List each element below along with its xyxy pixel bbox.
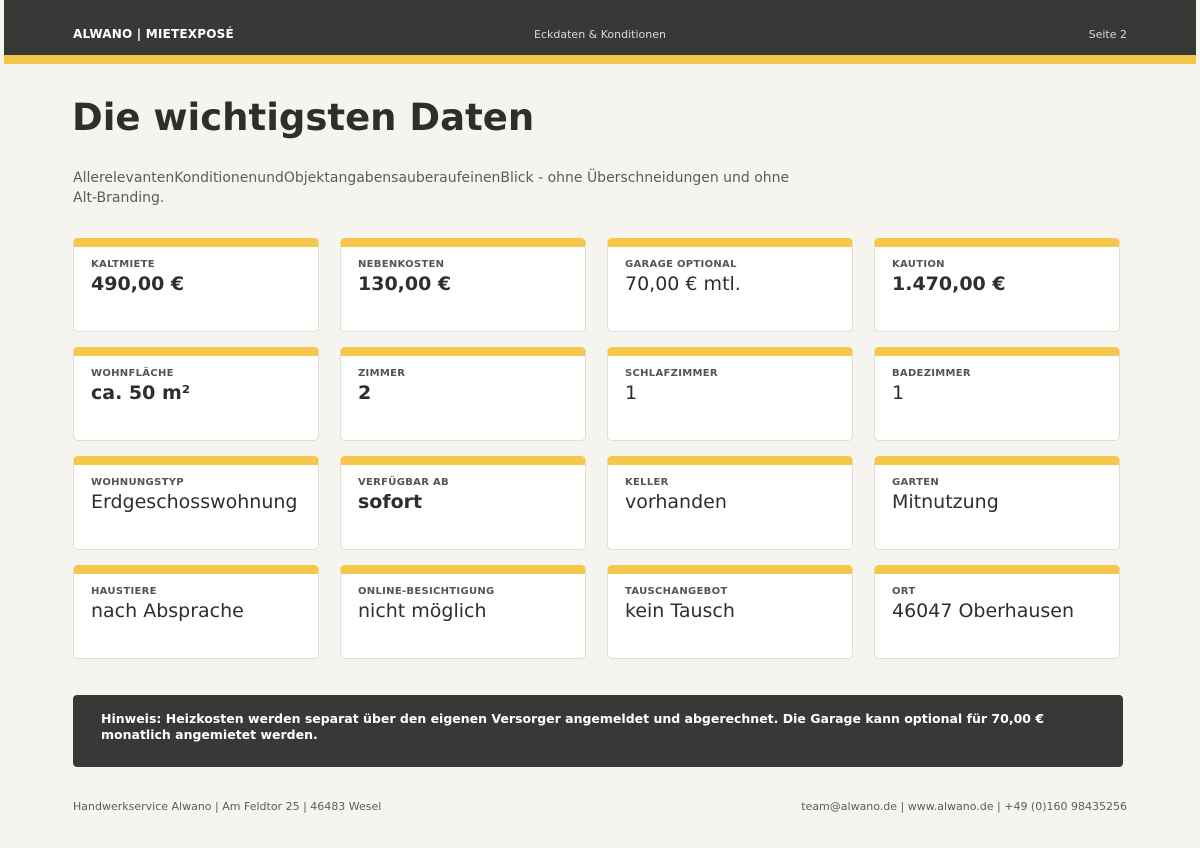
card-value: 2 (358, 382, 372, 404)
card-value: Mitnutzung (892, 491, 999, 513)
data-card-wohnflaeche: WOHNFLÄCHE ca. 50 m² (73, 347, 319, 441)
card-label: GARTEN (892, 477, 940, 488)
intro-text: AllerelevantenKonditionenundObjektangabe… (73, 170, 790, 206)
card-label: HAUSTIERE (91, 586, 157, 597)
data-card-garage: GARAGE OPTIONAL 70,00 € mtl. (607, 238, 853, 332)
card-label: KAUTION (892, 259, 945, 270)
data-card-keller: KELLER vorhanden (607, 456, 853, 550)
key-data-grid: KALTMIETE 490,00 € NEBENKOSTEN 130,00 € … (73, 238, 1120, 659)
card-value: 130,00 € (358, 273, 452, 295)
card-value: nach Absprache (91, 600, 244, 622)
card-value: sofort (358, 491, 423, 513)
card-label: KELLER (625, 477, 669, 488)
card-label: TAUSCHANGEBOT (625, 586, 728, 597)
card-value: ca. 50 m² (91, 382, 191, 404)
data-card-kaution: KAUTION 1.470,00 € (874, 238, 1120, 332)
card-label: GARAGE OPTIONAL (625, 259, 737, 270)
data-card-badezimmer: BADEZIMMER 1 (874, 347, 1120, 441)
data-card-schlafzimmer: SCHLAFZIMMER 1 (607, 347, 853, 441)
card-label: ZIMMER (358, 368, 406, 379)
footer-address: Handwerkservice Alwano | Am Feldtor 25 |… (73, 800, 382, 813)
page-number: Seite 2 (1088, 28, 1127, 41)
card-label: NEBENKOSTEN (358, 259, 445, 270)
card-label: BADEZIMMER (892, 368, 971, 379)
card-value: 1 (625, 382, 638, 404)
hint-box: Hinweis: Heizkosten werden separat über … (73, 695, 1123, 767)
card-label: ORT (892, 586, 916, 597)
data-card-zimmer: ZIMMER 2 (340, 347, 586, 441)
data-card-wohnungstyp: WOHNUNGSTYP Erdgeschosswohnung (73, 456, 319, 550)
data-card-nebenkosten: NEBENKOSTEN 130,00 € (340, 238, 586, 332)
card-value: vorhanden (625, 491, 727, 513)
card-label: WOHNUNGSTYP (91, 477, 184, 488)
data-card-haustiere: HAUSTIERE nach Absprache (73, 565, 319, 659)
hint-text: Hinweis: Heizkosten werden separat über … (101, 711, 1045, 742)
data-card-online-besichtigung: ONLINE-BESICHTIGUNG nicht möglich (340, 565, 586, 659)
card-label: VERFÜGBAR AB (358, 477, 449, 488)
card-value: nicht möglich (358, 600, 487, 622)
card-label: KALTMIETE (91, 259, 155, 270)
card-value: kein Tausch (625, 600, 735, 622)
data-card-tauschangebot: TAUSCHANGEBOT kein Tausch (607, 565, 853, 659)
data-card-verfuegbar: VERFÜGBAR AB sofort (340, 456, 586, 550)
card-value: Erdgeschosswohnung (91, 491, 298, 513)
page-title: Die wichtigsten Daten (72, 96, 535, 139)
card-label: SCHLAFZIMMER (625, 368, 718, 379)
card-label: WOHNFLÄCHE (91, 368, 174, 379)
card-value: 1 (892, 382, 905, 404)
card-value: 490,00 € (91, 273, 185, 295)
card-label: ONLINE-BESICHTIGUNG (358, 586, 495, 597)
data-card-garten: GARTEN Mitnutzung (874, 456, 1120, 550)
card-value: 1.470,00 € (892, 273, 1006, 295)
data-card-ort: ORT 46047 Oberhausen (874, 565, 1120, 659)
header-bar: ALWANO | MIETEXPOSÉ Eckdaten & Kondition… (4, 0, 1196, 55)
card-value: 46047 Oberhausen (892, 600, 1075, 622)
footer-contact: team@alwano.de | www.alwano.de | +49 (0)… (801, 800, 1127, 813)
card-value: 70,00 € mtl. (625, 273, 741, 295)
section-title: Eckdaten & Konditionen (534, 28, 666, 41)
data-card-kaltmiete: KALTMIETE 490,00 € (73, 238, 319, 332)
accent-divider (4, 55, 1196, 64)
